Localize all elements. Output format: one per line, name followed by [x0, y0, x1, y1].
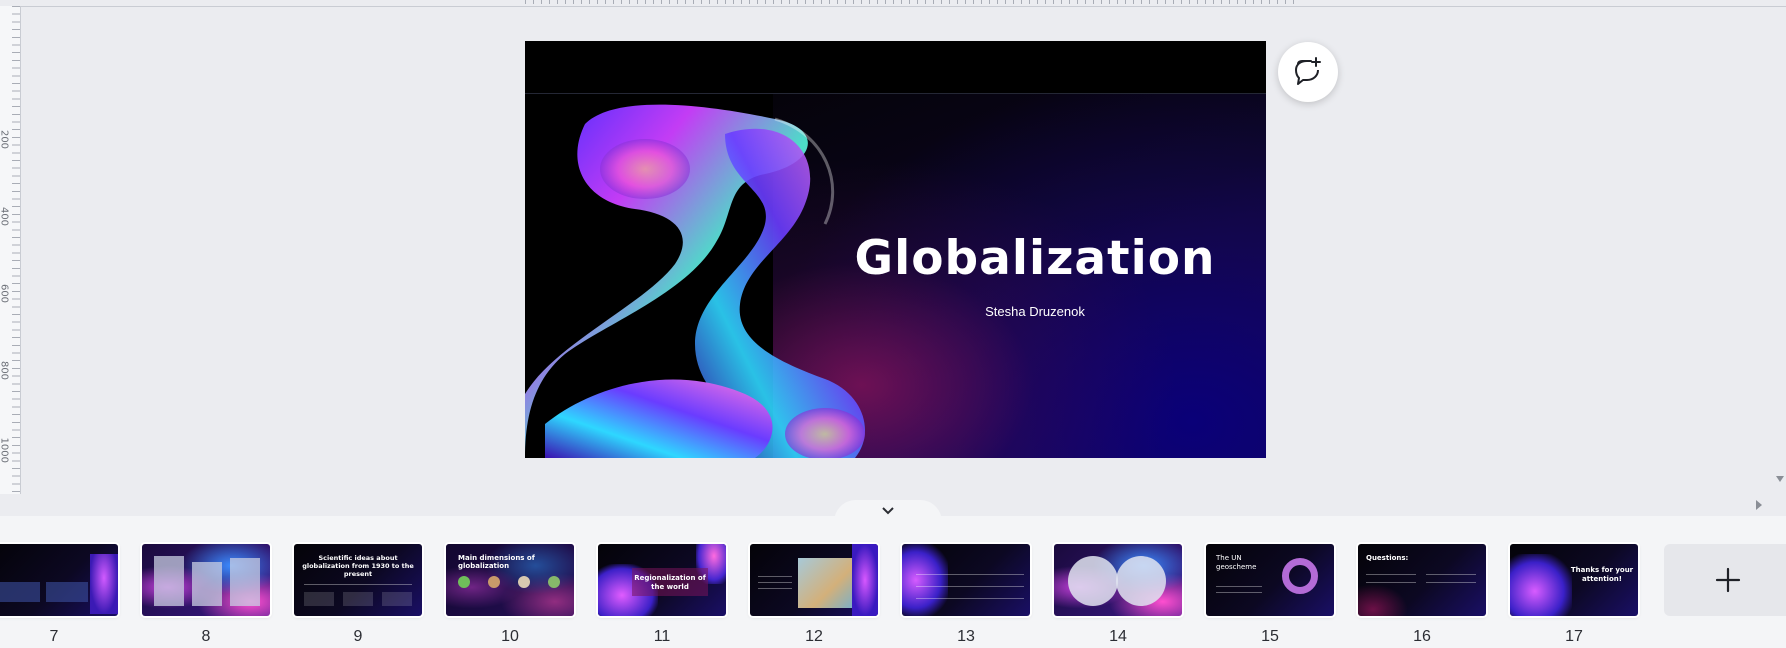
slide-filmstrip: 7 8 Scientific ideas about globalization…: [0, 516, 1786, 648]
scroll-right-arrow-icon[interactable]: [1756, 500, 1762, 510]
slide-number: 15: [1261, 628, 1279, 645]
slide-thumbnail-10[interactable]: Main dimensions of globalization: [446, 544, 574, 616]
slide-thumbnail-14[interactable]: [1054, 544, 1182, 616]
slide-number: 9: [353, 628, 363, 645]
thumbnail-title: Scientific ideas about globalization fro…: [302, 554, 414, 578]
thumbnail-title: Main dimensions of globalization: [458, 554, 535, 570]
thumbnail-title: Regionalization of the world: [634, 574, 706, 591]
slide-title[interactable]: Globalization: [825, 231, 1245, 286]
slide-top-band: [525, 41, 1266, 94]
slide-thumbnail-16[interactable]: Questions:: [1358, 544, 1486, 616]
slide-subtitle[interactable]: Stesha Druzenok: [825, 304, 1245, 319]
slide-thumbnail-17[interactable]: Thanks for your attention!: [1510, 544, 1638, 616]
slide-number: 17: [1565, 628, 1583, 645]
slide-number: 12: [805, 628, 823, 645]
slide-number: 13: [957, 628, 975, 645]
ruler-label: 800: [0, 360, 10, 381]
ruler-label: 200: [0, 129, 10, 150]
slide-thumbnail-9[interactable]: Scientific ideas about globalization fro…: [294, 544, 422, 616]
slide-number: 14: [1109, 628, 1127, 645]
ruler-label: 600: [0, 283, 10, 304]
plus-icon: [1715, 567, 1741, 593]
fluid-shape-graphic[interactable]: [525, 94, 875, 458]
thumbnail-title: Thanks for your attention!: [1570, 566, 1634, 583]
add-comment-button[interactable]: [1278, 42, 1338, 102]
chevron-down-icon: [882, 507, 894, 515]
slide-thumbnail-15[interactable]: The UN geoscheme: [1206, 544, 1334, 616]
scroll-down-arrow-icon[interactable]: [1776, 476, 1784, 482]
slide-canvas[interactable]: Globalization Stesha Druzenok: [525, 41, 1266, 458]
thumbnail-title: The UN geoscheme: [1216, 554, 1257, 571]
slide-thumbnail-11[interactable]: Regionalization of the world: [598, 544, 726, 616]
ruler-label: 1000: [0, 437, 10, 463]
slide-number: 7: [49, 628, 59, 645]
slide-thumbnail-8[interactable]: [142, 544, 270, 616]
slide-thumbnail-12[interactable]: [750, 544, 878, 616]
slide-number: 16: [1413, 628, 1431, 645]
left-ruler: 200 400 600 800 1000: [0, 6, 21, 494]
slide-number: 11: [653, 628, 671, 645]
slide-thumbnail-13[interactable]: [902, 544, 1030, 616]
slide-number: 8: [201, 628, 211, 645]
slide-thumbnail-7[interactable]: [0, 544, 118, 616]
slide-number: 10: [501, 628, 519, 645]
add-slide-button[interactable]: [1664, 544, 1786, 616]
top-ruler: [0, 0, 1786, 7]
ruler-label: 400: [0, 206, 10, 227]
comment-add-icon: [1295, 57, 1321, 85]
thumbnail-title: Questions:: [1366, 554, 1409, 562]
